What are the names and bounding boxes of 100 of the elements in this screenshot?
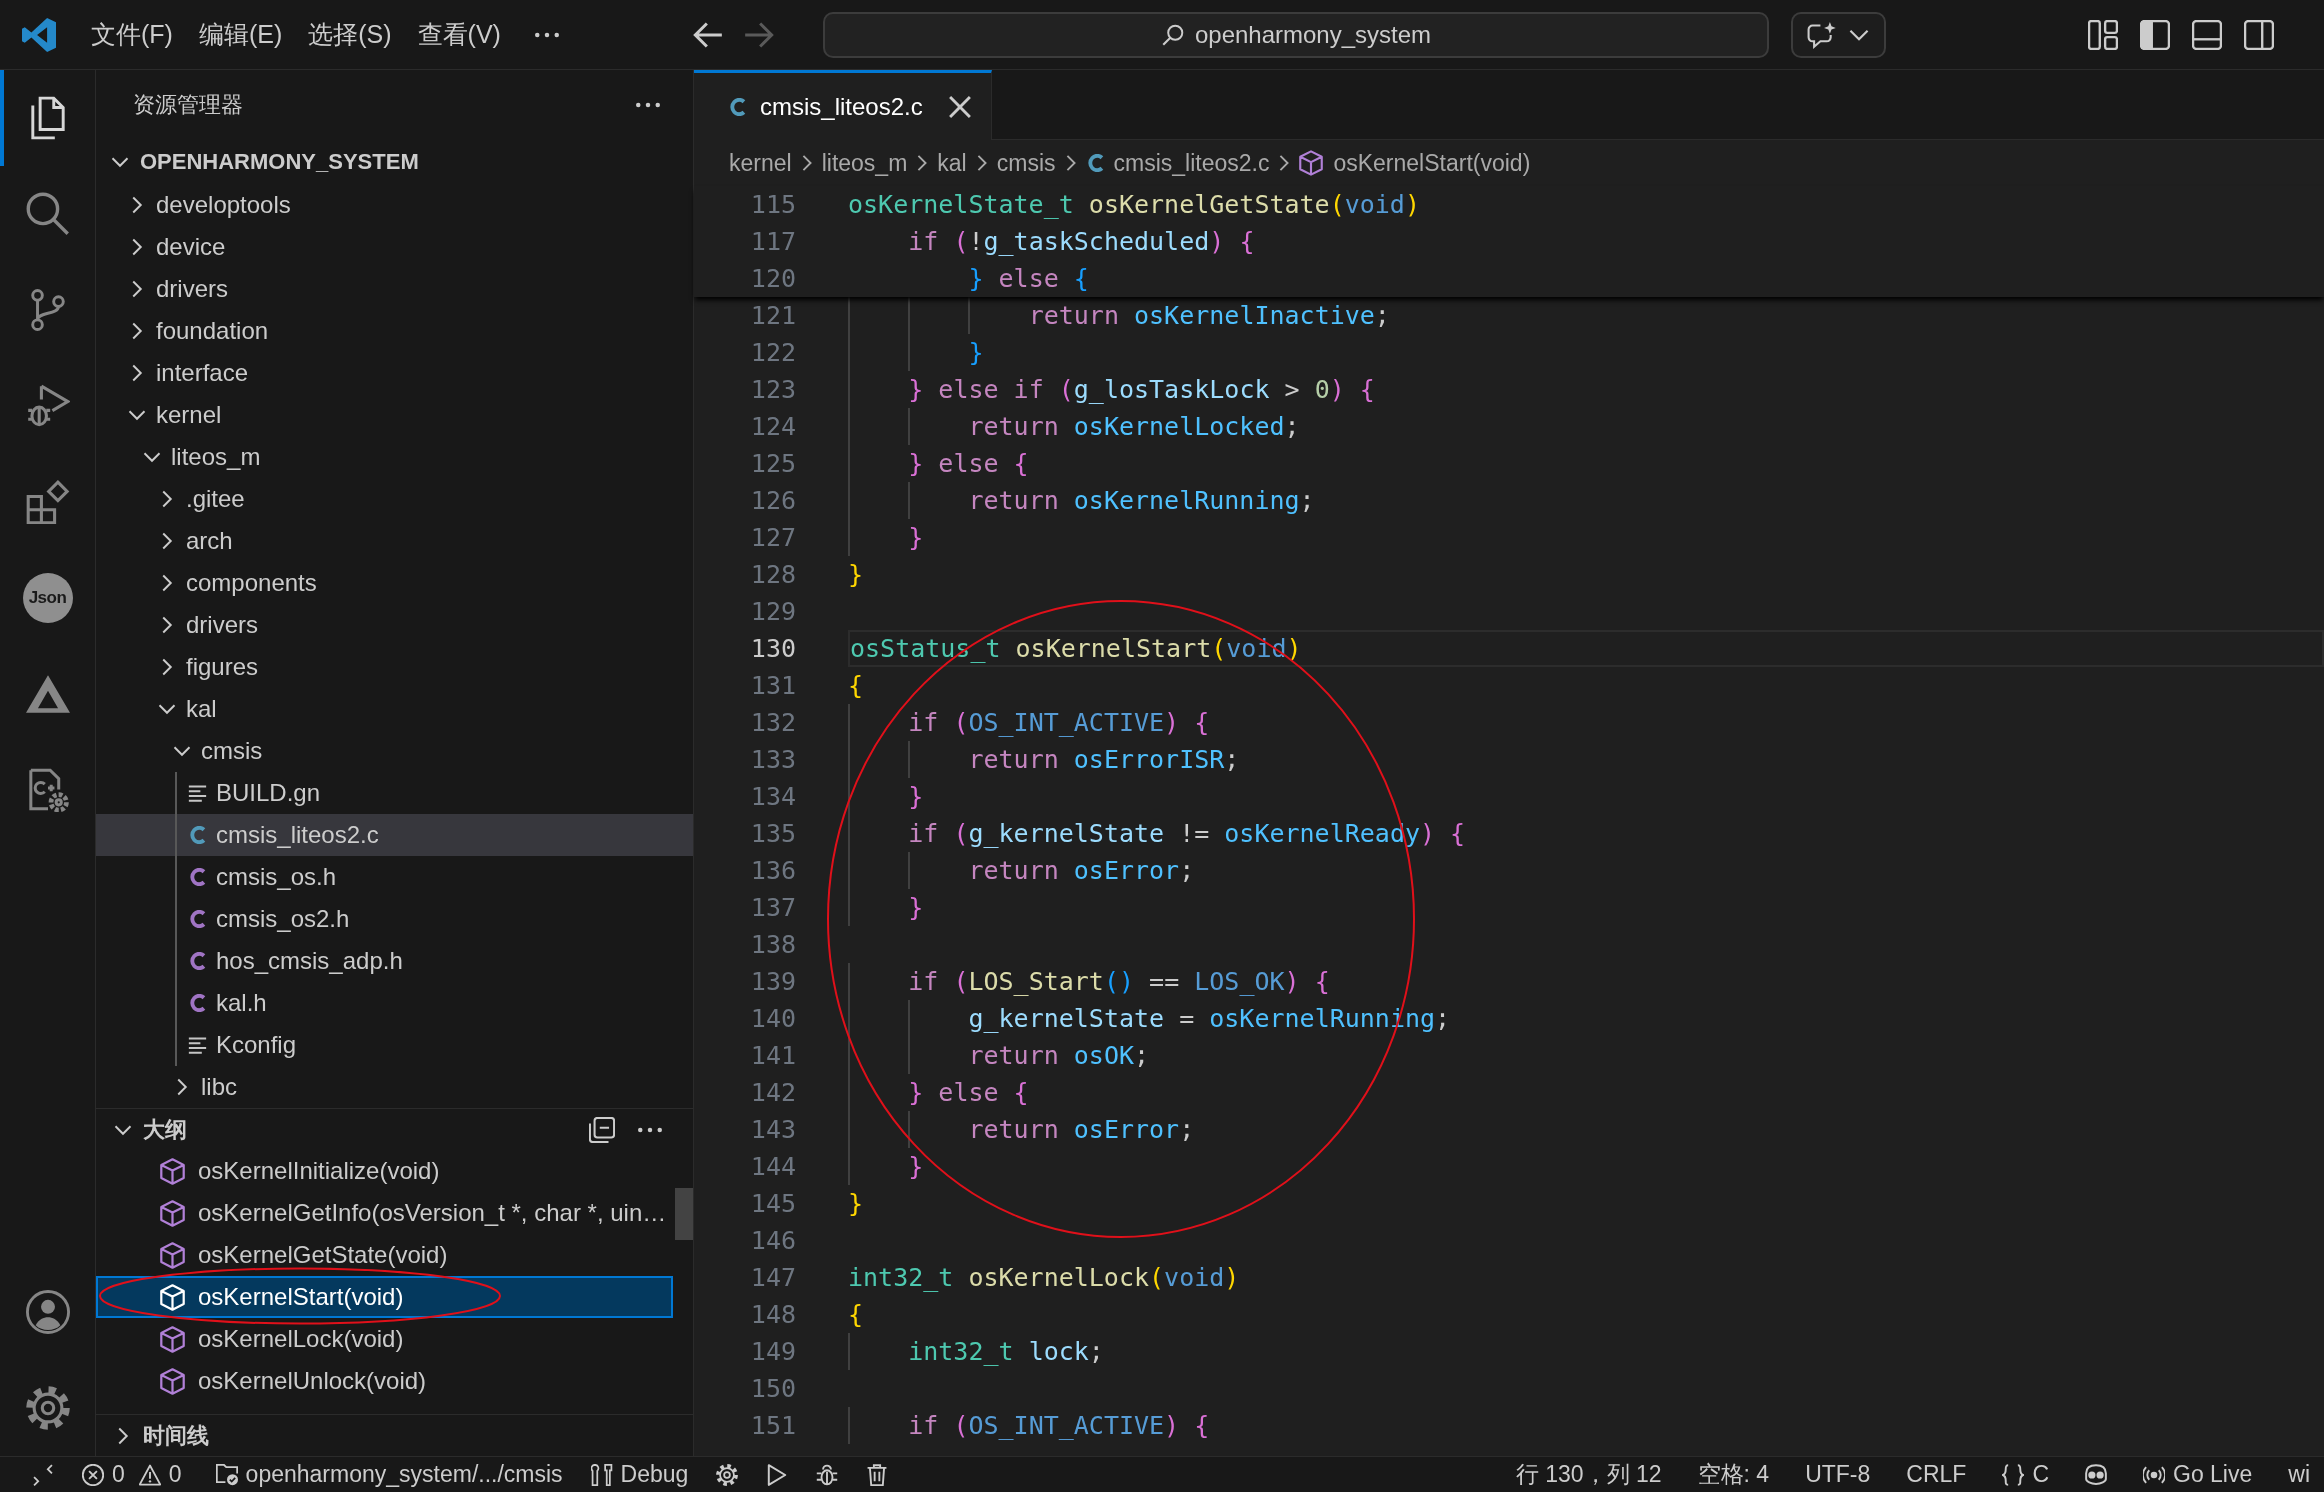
folder-check-icon — [215, 1463, 238, 1486]
breadcrumb-item[interactable]: osKernelStart(void) — [1299, 149, 1531, 177]
language-button[interactable]: C — [1992, 1457, 2059, 1492]
file-item[interactable]: cmsis_os2.h — [96, 898, 693, 940]
code-line: int32_t osKernelLock(void) — [848, 1262, 1240, 1294]
bug-icon — [816, 1463, 839, 1486]
folder-item[interactable]: drivers — [96, 268, 693, 310]
chevron-right-icon — [1065, 154, 1076, 172]
folder-item[interactable]: device — [96, 226, 693, 268]
breadcrumb-item[interactable]: cmsis_liteos2.c — [1085, 149, 1270, 177]
outline-item[interactable]: osKernelStart(void) — [96, 1276, 673, 1318]
folder-item[interactable]: liteos_m — [96, 436, 693, 478]
status-item[interactable]: UTF-8 — [1795, 1457, 1881, 1492]
line-number: 131 — [749, 670, 796, 702]
chevron-right-icon — [1279, 154, 1290, 172]
folder-item[interactable]: arch — [96, 520, 693, 562]
chevron-right-icon — [917, 154, 928, 172]
line-number: 117 — [749, 226, 796, 258]
outline-item[interactable]: osKernelInitialize(void) — [96, 1150, 673, 1192]
cube-icon — [160, 1325, 185, 1353]
play-bug-icon — [25, 384, 70, 428]
folder-item[interactable]: libc — [96, 1066, 693, 1108]
code-line: if (!g_taskScheduled) { — [908, 226, 1255, 258]
menu-item[interactable]: 查看(V) — [404, 11, 514, 58]
scrollbar-thumb[interactable] — [675, 1188, 693, 1240]
outline-item[interactable]: osKernelUnlock(void) — [96, 1360, 673, 1402]
code-line: if (OS_INT_ACTIVE) { — [908, 1410, 1210, 1442]
account-icon — [25, 1290, 70, 1334]
file-item[interactable]: BUILD.gn — [96, 772, 693, 814]
folder-item[interactable]: developtools — [96, 184, 693, 226]
live-button[interactable]: Go Live — [2133, 1457, 2263, 1492]
line-number: 139 — [749, 966, 796, 998]
c-file-icon — [188, 868, 206, 886]
logo-icon — [22, 17, 56, 52]
search-icon — [1160, 22, 1185, 47]
play-icon — [766, 1463, 789, 1486]
code-line: if (OS_INT_ACTIVE) { — [908, 707, 1210, 739]
menu-item[interactable]: 选择(S) — [295, 11, 405, 58]
code-line: return osErrorISR; — [968, 744, 1240, 776]
trash-icon — [866, 1463, 889, 1486]
editor-tab[interactable]: cmsis_liteos2.c — [694, 70, 992, 140]
outline-item[interactable]: osKernelLock(void) — [96, 1318, 673, 1360]
section-title[interactable]: 大纲 — [143, 1114, 187, 1145]
chevron-right-icon — [801, 154, 812, 172]
cube-icon — [1299, 150, 1324, 176]
file-item[interactable]: Kconfig — [96, 1024, 693, 1066]
gear-icon — [25, 1386, 70, 1430]
breadcrumb-item[interactable]: kernel — [729, 149, 792, 177]
workspace-header[interactable]: OPENHARMONY_SYSTEM — [96, 140, 693, 184]
file-item[interactable]: kal.h — [96, 982, 693, 1024]
c-file-icon — [1085, 154, 1104, 172]
folder-item[interactable]: .gitee — [96, 478, 693, 520]
code-line: } else if (g_losTaskLock > 0) { — [908, 374, 1375, 406]
folder-item[interactable]: interface — [96, 352, 693, 394]
code-line: } else { — [968, 263, 1089, 295]
status-item[interactable]: CRLF — [1896, 1457, 1977, 1492]
status-item[interactable]: 行 130，列 12 — [1505, 1457, 1672, 1492]
folder-item[interactable]: components — [96, 562, 693, 604]
status-item[interactable]: 空格: 4 — [1687, 1457, 1780, 1492]
line-number: 130 — [749, 633, 796, 665]
chat-button[interactable] — [1790, 11, 1886, 58]
line-number: 148 — [749, 1299, 796, 1331]
line-number: 123 — [749, 374, 796, 406]
folder-item[interactable]: drivers — [96, 604, 693, 646]
c-file-icon — [188, 994, 206, 1012]
breadcrumb-item[interactable]: liteos_m — [821, 149, 908, 177]
folder-item[interactable]: cmsis — [96, 730, 693, 772]
breadcrumb-item[interactable]: cmsis — [996, 149, 1056, 177]
goggles-icon — [2085, 1463, 2107, 1486]
folder-item[interactable]: foundation — [96, 310, 693, 352]
status-item[interactable]: wi — [2278, 1457, 2320, 1492]
file-item[interactable]: hos_cmsis_adp.h — [96, 940, 693, 982]
breadcrumb-item[interactable]: kal — [937, 149, 967, 177]
outline-item[interactable]: osKernelGetState(void) — [96, 1234, 673, 1276]
code-line: } — [968, 337, 984, 369]
folder-item[interactable]: figures — [96, 646, 693, 688]
chevron-down-icon — [1849, 28, 1870, 41]
line-number: 149 — [749, 1336, 796, 1368]
folder-item[interactable]: kal — [96, 688, 693, 730]
line-number: 142 — [749, 1077, 796, 1109]
code-line: { — [848, 670, 864, 702]
command-center[interactable]: openharmony_system — [823, 11, 1769, 58]
menu-item[interactable]: 文件(F) — [78, 11, 186, 58]
menu-item[interactable]: 编辑(E) — [185, 11, 296, 58]
outline-item[interactable]: osKernelGetInfo(osVersion_t *, char *, uin… — [96, 1192, 673, 1234]
line-number: 145 — [749, 1188, 796, 1220]
c-file-icon — [728, 97, 746, 116]
section-title[interactable]: 时间线 — [143, 1420, 209, 1451]
code-line: return osKernelLocked; — [968, 411, 1300, 443]
debug-button[interactable]: Debug — [580, 1457, 699, 1492]
c-file-icon — [188, 910, 206, 928]
problems-button[interactable]: 0 0 — [72, 1457, 198, 1492]
line-number: 143 — [749, 1114, 796, 1146]
layout-icon — [2088, 19, 2118, 50]
file-item[interactable]: cmsis_liteos2.c — [96, 814, 693, 856]
line-number: 126 — [749, 485, 796, 517]
folder-item[interactable]: kernel — [96, 394, 693, 436]
json-tab[interactable]: Json — [0, 550, 95, 646]
file-item[interactable]: cmsis_os.h — [96, 856, 693, 898]
folder-button[interactable]: openharmony_system/.../cmsis — [205, 1457, 573, 1492]
